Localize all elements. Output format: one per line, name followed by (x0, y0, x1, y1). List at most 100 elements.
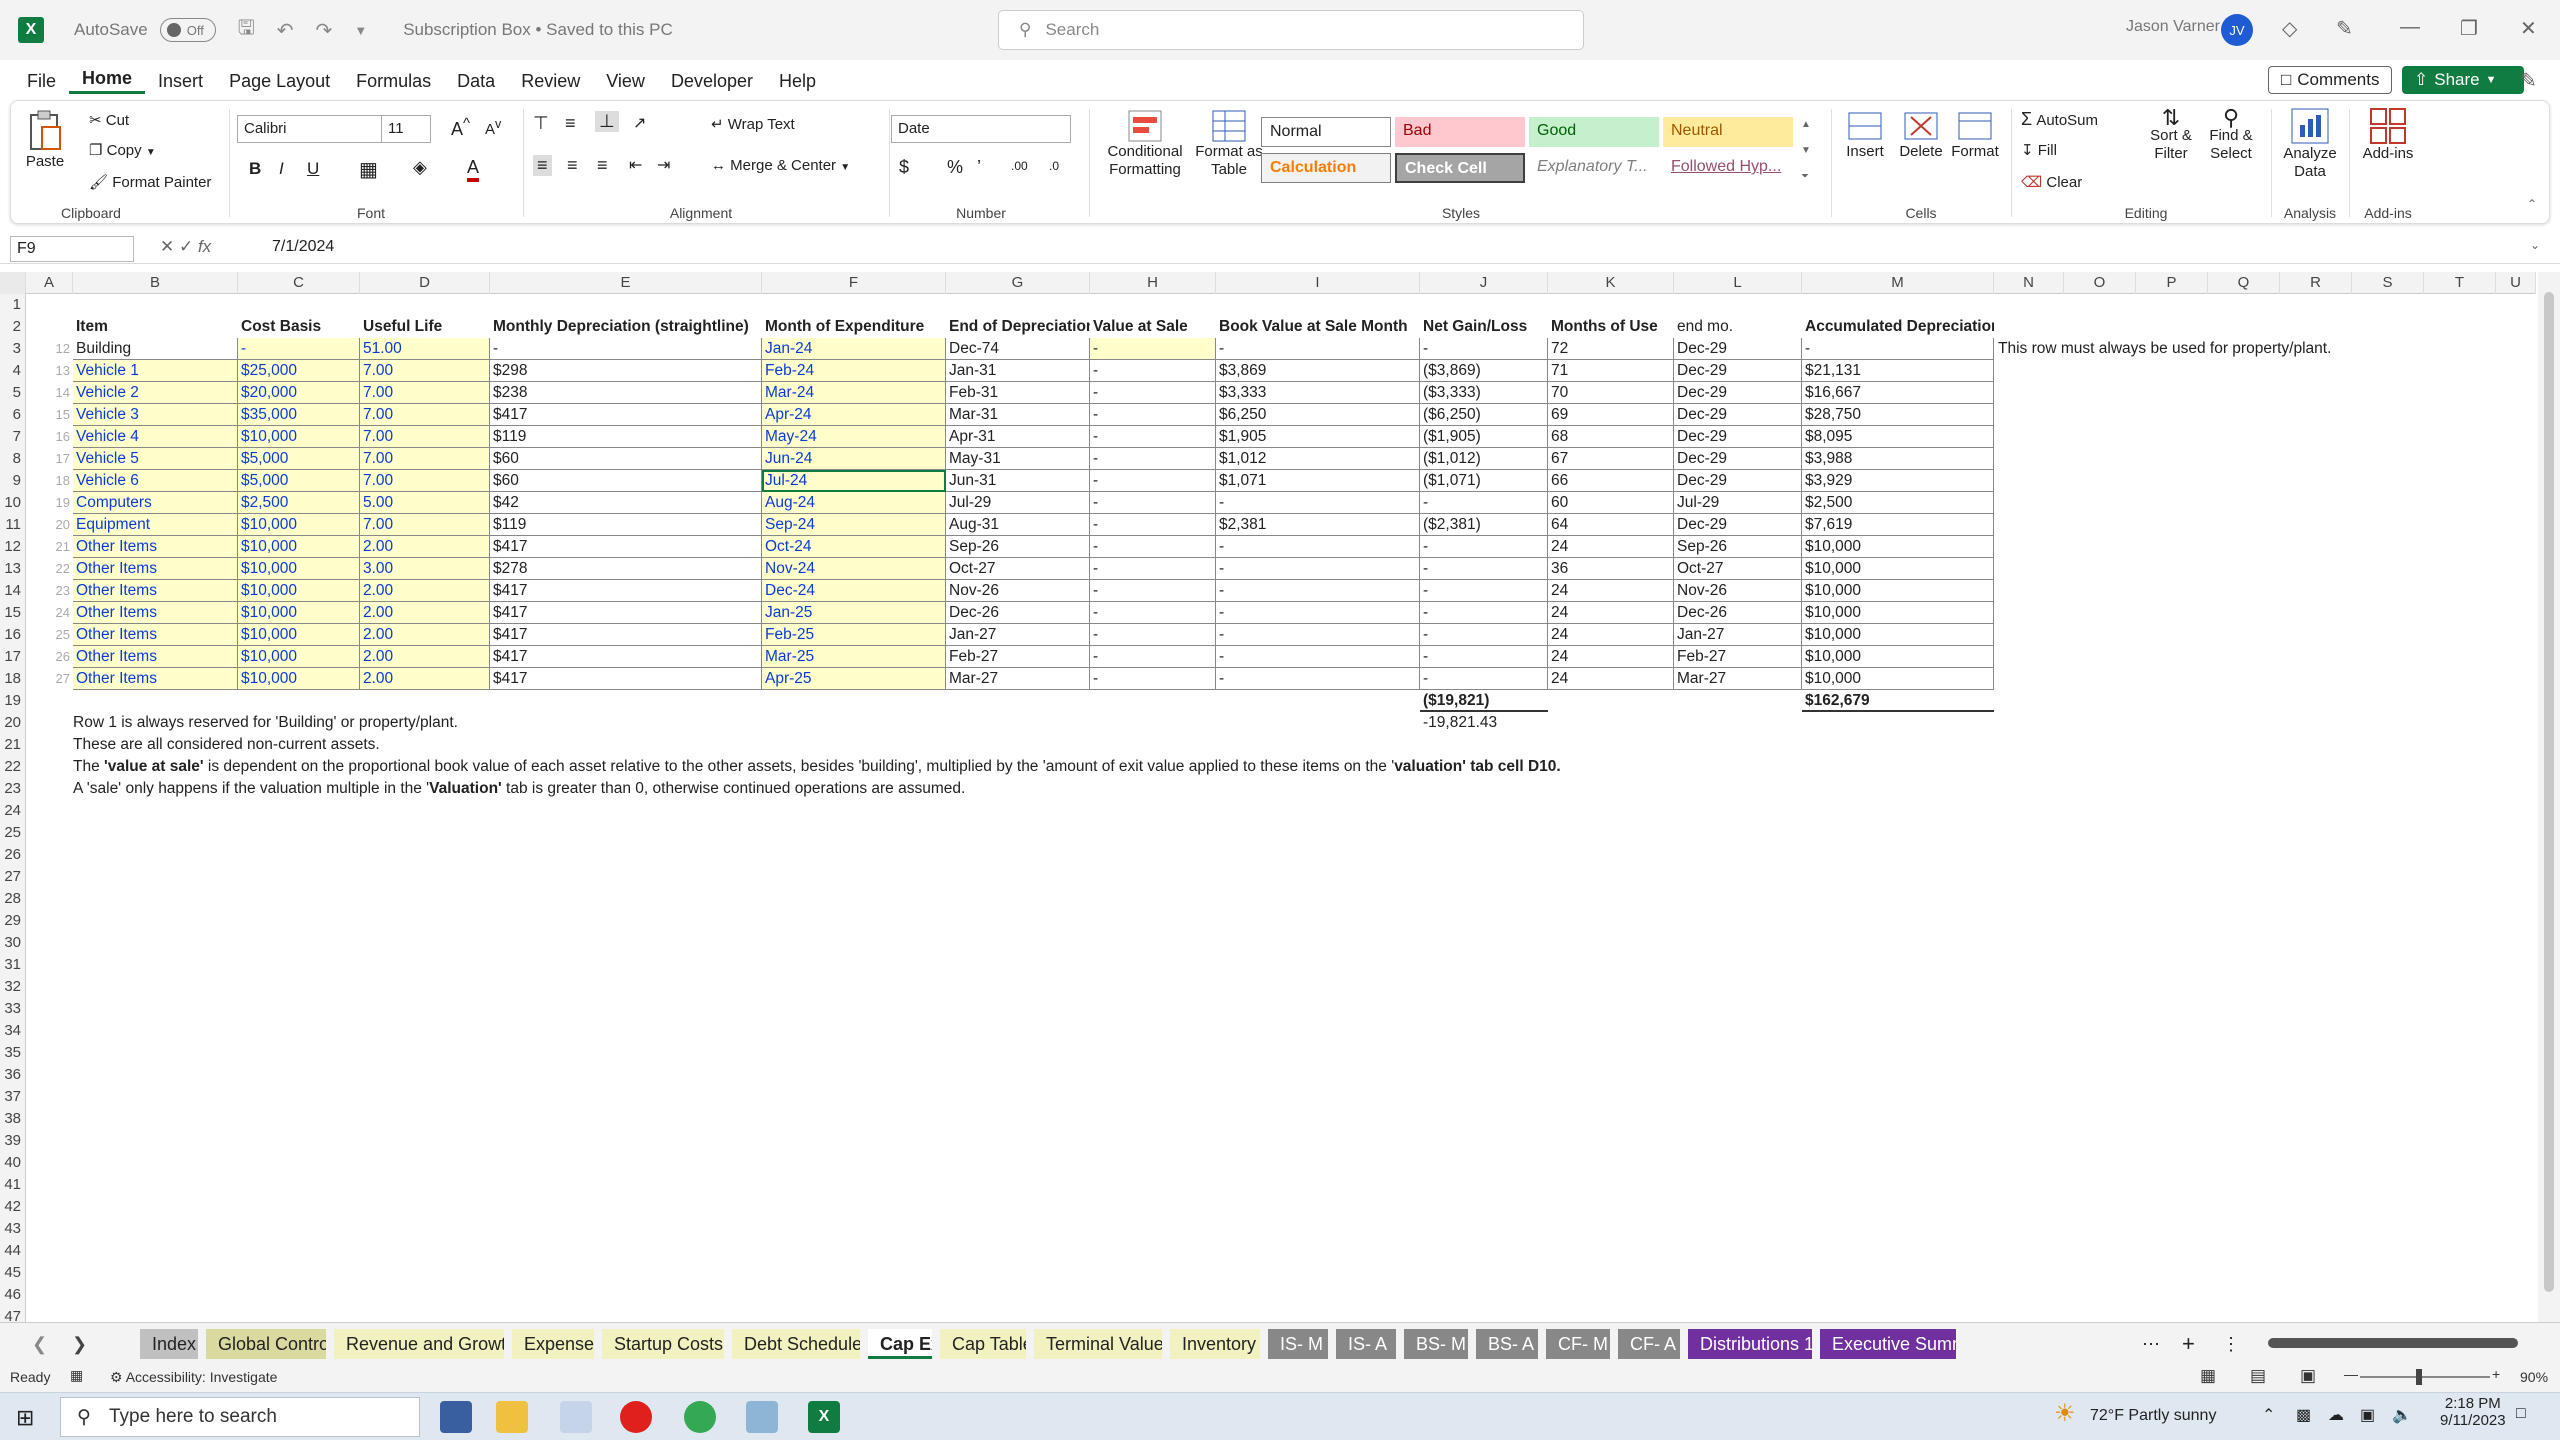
customize-toolbar-icon[interactable]: ▼ (354, 23, 367, 38)
sheet-tab[interactable]: Inventory (1170, 1329, 1260, 1359)
sheet-tab[interactable]: Terminal Value (1034, 1329, 1162, 1359)
column-title[interactable]: Monthly Depreciation (straightline) (490, 316, 762, 338)
fill-button[interactable]: ↧ Fill (2021, 141, 2057, 159)
row-header[interactable]: 22 (0, 756, 26, 778)
sheet-tab[interactable]: Cap Ex (868, 1329, 932, 1359)
format-as-table-button[interactable]: Format as Table (1187, 109, 1271, 179)
align-bottom-icon[interactable]: ⊥ (595, 111, 619, 132)
table-cell-monthly[interactable]: $60 (490, 448, 762, 470)
table-cell-end[interactable]: Dec-74 (946, 338, 1090, 360)
row-header[interactable]: 40 (0, 1152, 26, 1174)
table-cell-life[interactable]: 7.00 (360, 404, 490, 426)
more-tabs-icon[interactable]: ⋯ (2130, 1329, 2172, 1359)
row-header[interactable]: 39 (0, 1130, 26, 1152)
sheet-tab[interactable]: Global Control (206, 1329, 326, 1359)
column-header-h[interactable]: H (1090, 272, 1216, 294)
table-cell-item[interactable]: Computers (73, 492, 238, 514)
table-cell-accum[interactable]: $10,000 (1802, 646, 1994, 668)
hscroll-thumb[interactable] (2268, 1338, 2518, 1348)
table-cell-life[interactable]: 2.00 (360, 580, 490, 602)
insert-cells-button[interactable]: Insert (1837, 109, 1893, 161)
redo-icon[interactable]: ↷ (316, 18, 333, 43)
row-header[interactable]: 27 (0, 866, 26, 888)
increase-font-icon[interactable]: A^ (451, 115, 470, 140)
table-cell-months[interactable]: 66 (1548, 470, 1674, 492)
table-cell-end[interactable]: Jan-27 (946, 624, 1090, 646)
table-cell-month[interactable]: Jun-24 (762, 448, 946, 470)
row-index-label[interactable]: 25 (26, 624, 73, 646)
note-row-20[interactable]: Row 1 is always reserved for 'Building' … (73, 712, 458, 734)
column-header-m[interactable]: M (1802, 272, 1994, 294)
column-header-l[interactable]: L (1674, 272, 1802, 294)
fx-icon[interactable]: ✕ ✓ fx (160, 237, 211, 257)
table-cell-months[interactable]: 24 (1548, 646, 1674, 668)
zoom-in-icon[interactable]: + (2492, 1366, 2500, 1382)
table-cell-sale[interactable]: - (1090, 382, 1216, 404)
table-cell-life[interactable]: 7.00 (360, 382, 490, 404)
row-index-label[interactable]: 18 (26, 470, 73, 492)
row-index-label[interactable]: 22 (26, 558, 73, 580)
table-cell-months[interactable]: 24 (1548, 536, 1674, 558)
table-cell-month[interactable]: Dec-24 (762, 580, 946, 602)
note-row-21[interactable]: These are all considered non-current ass… (73, 734, 380, 756)
volume-icon[interactable]: 🔈 (2392, 1405, 2412, 1425)
row-header[interactable]: 34 (0, 1020, 26, 1042)
increase-indent-icon[interactable]: ⇥ (657, 155, 670, 175)
wrap-text-button[interactable]: ↵ Wrap Text (711, 115, 795, 133)
table-cell-month[interactable]: Feb-25 (762, 624, 946, 646)
column-header-u[interactable]: U (2496, 272, 2536, 294)
table-cell-months[interactable]: 24 (1548, 602, 1674, 624)
zoom-out-icon[interactable]: — (2344, 1366, 2358, 1382)
zoom-level[interactable]: 90% (2520, 1369, 2548, 1385)
table-cell-endmo[interactable]: Oct-27 (1674, 558, 1802, 580)
table-cell-gain[interactable]: - (1420, 558, 1548, 580)
table-cell-sale[interactable]: - (1090, 338, 1216, 360)
row-header[interactable]: 32 (0, 976, 26, 998)
column-title[interactable]: Month of Expenditure (762, 316, 946, 338)
table-cell-book[interactable]: - (1216, 558, 1420, 580)
tab-help[interactable]: Help (766, 71, 829, 92)
row-header[interactable]: 15 (0, 602, 26, 624)
table-cell-monthly[interactable]: $417 (490, 404, 762, 426)
decrease-font-icon[interactable]: Av (485, 117, 501, 138)
column-header-o[interactable]: O (2064, 272, 2136, 294)
table-cell-sale[interactable]: - (1090, 470, 1216, 492)
table-cell-monthly[interactable]: - (490, 338, 762, 360)
align-middle-icon[interactable]: ≡ (565, 113, 576, 134)
table-cell-life[interactable]: 2.00 (360, 624, 490, 646)
diamond-icon[interactable]: ◇ (2282, 16, 2297, 41)
table-cell-endmo[interactable]: Nov-26 (1674, 580, 1802, 602)
table-cell-book[interactable]: $1,905 (1216, 426, 1420, 448)
total-net-gain[interactable]: ($19,821) (1420, 690, 1548, 712)
zoom-slider[interactable] (2360, 1369, 2490, 1385)
row-header[interactable]: 31 (0, 954, 26, 976)
row-header[interactable]: 18 (0, 668, 26, 690)
column-title[interactable]: End of Depreciation (946, 316, 1090, 338)
table-cell-endmo[interactable]: Dec-29 (1674, 448, 1802, 470)
table-cell-sale[interactable]: - (1090, 426, 1216, 448)
table-cell-item[interactable]: Vehicle 6 (73, 470, 238, 492)
table-cell-monthly[interactable]: $417 (490, 646, 762, 668)
table-cell-endmo[interactable]: Dec-29 (1674, 514, 1802, 536)
table-cell-months[interactable]: 36 (1548, 558, 1674, 580)
row-header[interactable]: 28 (0, 888, 26, 910)
table-cell-book[interactable]: $6,250 (1216, 404, 1420, 426)
table-cell-months[interactable]: 70 (1548, 382, 1674, 404)
table-cell-end[interactable]: Jul-29 (946, 492, 1090, 514)
name-box[interactable]: F9 (10, 236, 134, 262)
table-cell-endmo[interactable]: Dec-29 (1674, 360, 1802, 382)
sheet-tab[interactable]: BS- A (1476, 1329, 1538, 1359)
total-accumulated-depreciation[interactable]: $162,679 (1802, 690, 1994, 712)
row-header[interactable]: 19 (0, 690, 26, 712)
find-select-button[interactable]: ⚲ Find & Select (2201, 107, 2261, 163)
table-cell-endmo[interactable]: Jul-29 (1674, 492, 1802, 514)
column-header-f[interactable]: F (762, 272, 946, 294)
table-cell-sale[interactable]: - (1090, 602, 1216, 624)
table-cell-month[interactable]: Feb-24 (762, 360, 946, 382)
table-cell-months[interactable]: 71 (1548, 360, 1674, 382)
font-size-select[interactable]: 11 (381, 115, 431, 143)
table-cell-cost[interactable]: $5,000 (238, 470, 360, 492)
autosave-toggle[interactable]: Off (159, 18, 216, 42)
column-title[interactable]: end mo. (1674, 316, 1802, 338)
row-header[interactable]: 2 (0, 316, 26, 338)
